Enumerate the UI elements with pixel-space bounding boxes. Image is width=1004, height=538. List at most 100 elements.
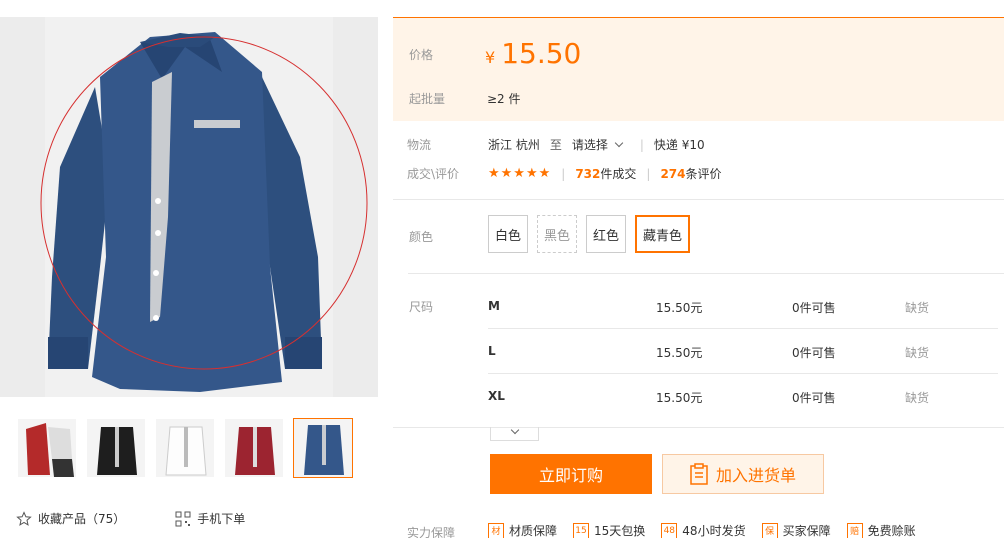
credit-icon: 赔 (846, 522, 863, 538)
color-label: 颜色 (409, 230, 434, 244)
price-panel: 价格 ¥ 15.50 起批量 ≥2 件 (393, 17, 1004, 121)
size-status: 缺货 (905, 301, 930, 315)
logistics-origin: 浙江 杭州 (488, 138, 540, 152)
white-shirt-icon (156, 419, 214, 477)
reviews-link[interactable]: 274条评价 (660, 165, 721, 182)
divider (408, 273, 1004, 274)
guarantee-text: 材质保障 (509, 524, 558, 538)
color-options: 白色 黑色 红色 藏青色 (488, 215, 691, 253)
exchange-icon: 15 (573, 522, 590, 538)
logistics-to: 至 (549, 138, 562, 152)
info-section: 物流 浙江 杭州 至 请选择 | 快递 ¥10 成交\评价 ★★★★★ | 73… (393, 130, 1004, 188)
guarantee-item[interactable]: 材材质保障 (488, 522, 557, 538)
size-row[interactable]: L 15.50元 0件可售 缺货 (393, 329, 1004, 374)
guarantee-row: 实力保障 材材质保障 15 15天包换 48 48小时发货 保买家保障 赔免费赊账 (393, 520, 1004, 538)
color-option-navy[interactable]: 藏青色 (635, 215, 691, 253)
thumbnail-red-shirt[interactable] (17, 418, 77, 478)
product-detail: 收藏产品（75） 手机下单 价格 ¥ 15.50 起批量 ≥2 件 物流 浙江 … (0, 0, 1004, 538)
guarantee-item[interactable]: 48 48小时发货 (661, 522, 746, 538)
price-label: 价格 (409, 48, 434, 62)
black-shirt-icon (87, 419, 145, 477)
color-option-red[interactable]: 红色 (586, 215, 627, 253)
red-shirt-icon (18, 419, 76, 477)
size-stock: 0件可售 (792, 391, 836, 405)
buy-now-button[interactable]: 立即订购 (490, 454, 652, 494)
divider (393, 199, 1004, 200)
guarantee-text: 48小时发货 (682, 524, 746, 538)
logistics-label: 物流 (407, 138, 432, 152)
orders-count: 732 (575, 167, 601, 181)
guarantee-label: 实力保障 (407, 526, 456, 538)
logistics-value: 浙江 杭州 至 请选择 | 快递 ¥10 (488, 136, 705, 153)
destination-select[interactable]: 请选择 (572, 136, 630, 153)
size-price: 15.50元 (656, 301, 703, 315)
orders-link[interactable]: 732件成交 (575, 165, 636, 182)
material-icon: 材 (488, 522, 504, 538)
thumbnail-black-shirt[interactable] (86, 418, 146, 478)
color-option-black[interactable]: 黑色 (537, 215, 578, 253)
mobile-order-label: 手机下单 (197, 512, 246, 526)
guarantee-item[interactable]: 15 15天包换 (573, 522, 645, 538)
guarantee-text: 15天包换 (594, 524, 646, 538)
divider (393, 427, 1004, 428)
size-status: 缺货 (905, 346, 930, 360)
chevron-down-icon (614, 138, 624, 148)
size-name: M (488, 299, 500, 313)
price-value: ¥ 15.50 (485, 37, 581, 70)
star-outline-icon (16, 510, 32, 526)
size-row[interactable]: XL 15.50元 0件可售 缺货 (393, 374, 1004, 419)
color-option-white[interactable]: 白色 (488, 215, 529, 253)
clipboard-icon (690, 463, 708, 485)
price-number: 15.50 (501, 37, 582, 70)
size-status: 缺货 (905, 391, 930, 405)
thumbnail-white-shirt[interactable] (155, 418, 215, 478)
separator: | (639, 137, 644, 152)
add-to-cart-label: 加入进货单 (715, 466, 796, 485)
logistics-row: 物流 浙江 杭州 至 请选择 | 快递 ¥10 (393, 130, 1004, 159)
deals-value: ★★★★★ | 732件成交 | 274条评价 (488, 165, 722, 182)
add-to-cart-button[interactable]: 加入进货单 (662, 454, 824, 494)
chevron-down-icon (510, 425, 520, 435)
navy-shirt-icon (294, 419, 352, 477)
size-name: L (488, 344, 496, 358)
moq-label: 起批量 (409, 92, 446, 106)
separator: | (646, 166, 651, 181)
favorite-label: 收藏产品（75） (38, 512, 126, 526)
guarantee-item[interactable]: 赔免费赊账 (846, 522, 916, 538)
buyer-protection-icon: 保 (761, 522, 778, 538)
size-table: 尺码 M 15.50元 0件可售 缺货 L 15.50元 0件可售 缺货 XL … (393, 284, 1004, 419)
guarantee-text: 免费赊账 (867, 524, 916, 538)
size-stock: 0件可售 (792, 301, 836, 315)
separator: | (561, 166, 566, 181)
moq-value: ≥2 件 (487, 92, 521, 106)
burgundy-shirt-icon (225, 419, 283, 477)
mobile-order-link[interactable]: 手机下单 (175, 510, 245, 527)
rating-stars-icon: ★★★★★ (488, 166, 552, 181)
size-name: XL (488, 389, 505, 403)
price-currency: ¥ (485, 48, 496, 67)
main-product-image[interactable] (0, 17, 378, 397)
shipping-icon: 48 (661, 522, 678, 538)
favorite-link[interactable]: 收藏产品（75） (16, 510, 125, 527)
destination-label: 请选择 (571, 138, 608, 152)
deals-row: 成交\评价 ★★★★★ | 732件成交 | 274条评价 (393, 159, 1004, 188)
size-price: 15.50元 (656, 346, 703, 360)
size-stock: 0件可售 (792, 346, 836, 360)
shipping-fee: 快递 ¥10 (653, 138, 705, 152)
guarantee-item[interactable]: 保买家保障 (761, 522, 831, 538)
size-row[interactable]: M 15.50元 0件可售 缺货 (393, 284, 1004, 329)
shirt-image (0, 17, 378, 397)
color-selector: 颜色 白色 黑色 红色 藏青色 (393, 214, 1004, 256)
guarantee-items: 材材质保障 15 15天包换 48 48小时发货 保买家保障 赔免费赊账 (488, 522, 916, 538)
expand-sizes-button[interactable] (490, 425, 539, 441)
deals-label: 成交\评价 (407, 167, 460, 181)
reviews-unit: 条评价 (685, 167, 722, 181)
bottom-links: 收藏产品（75） 手机下单 (16, 510, 245, 527)
qr-code-icon (175, 511, 191, 526)
guarantee-text: 买家保障 (782, 524, 831, 538)
thumbnail-navy-shirt[interactable] (293, 418, 353, 478)
reviews-count: 274 (660, 167, 686, 181)
thumbnail-burgundy-shirt[interactable] (224, 418, 284, 478)
orders-unit: 件成交 (600, 167, 637, 181)
thumbnail-strip (17, 418, 353, 478)
